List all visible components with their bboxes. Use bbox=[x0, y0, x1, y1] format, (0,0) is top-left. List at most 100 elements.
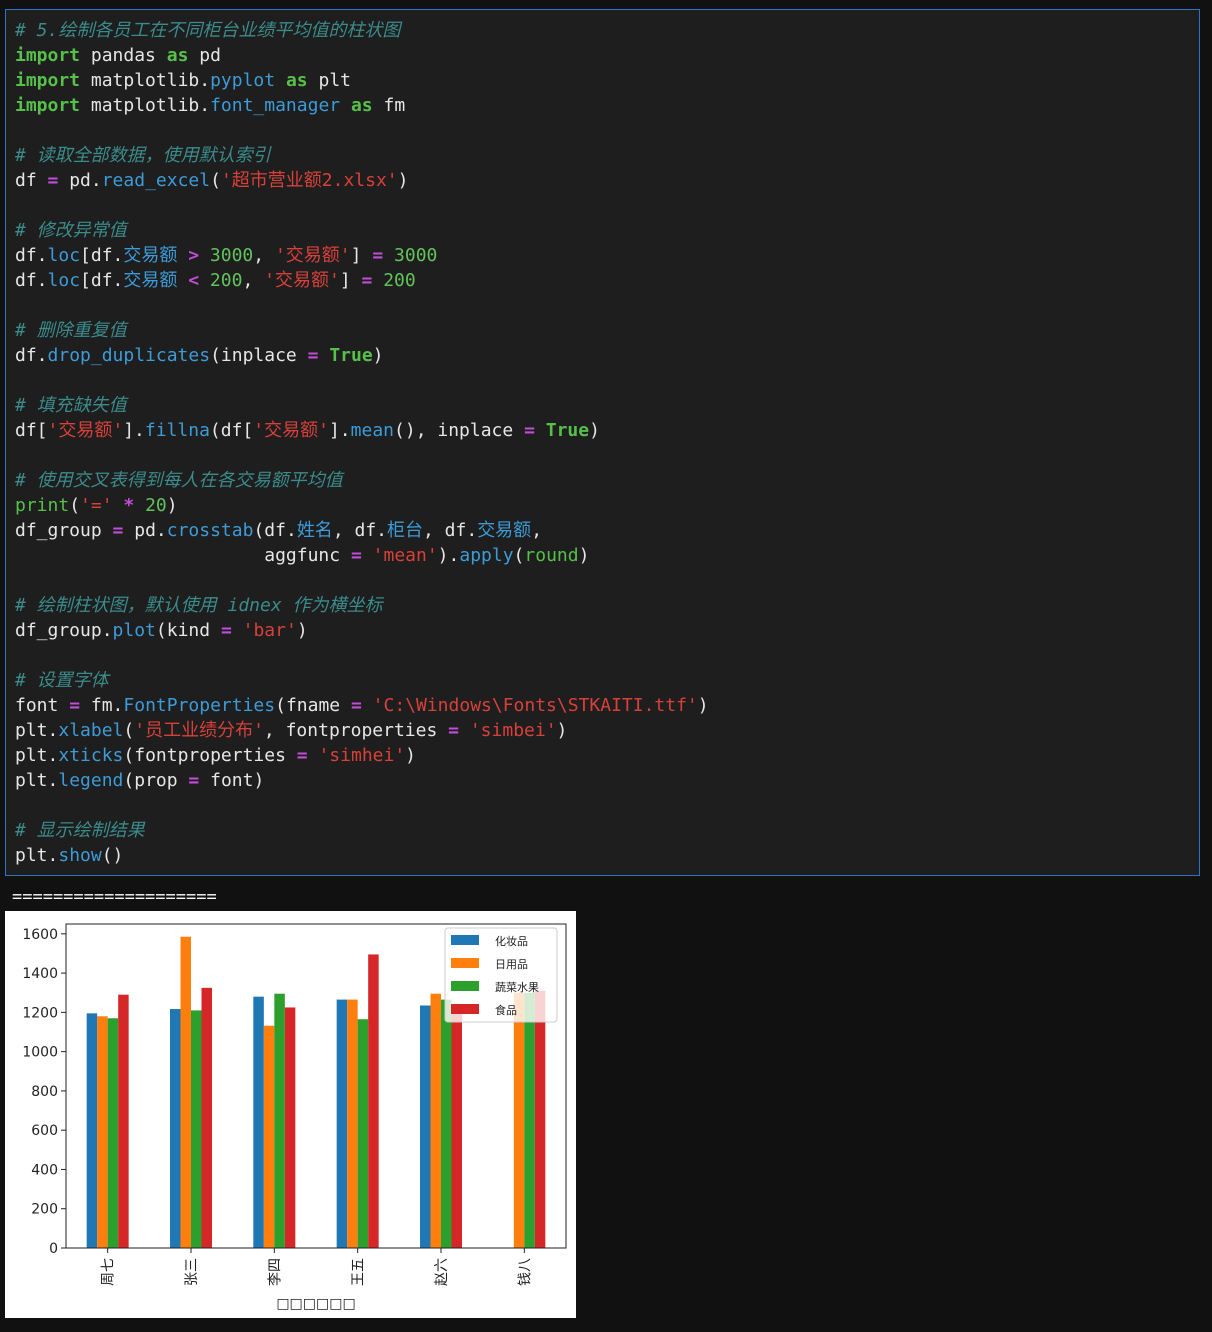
bar-2-2 bbox=[274, 993, 285, 1248]
x-axis-label: □□□□□□ bbox=[276, 1296, 355, 1312]
code-token-op: = bbox=[372, 245, 384, 266]
legend-swatch bbox=[451, 958, 479, 968]
code-token-name: plt. bbox=[15, 845, 59, 866]
bar-5-2 bbox=[524, 992, 535, 1248]
code-token-punct: , df. bbox=[423, 520, 478, 541]
code-token-op: = bbox=[220, 620, 232, 641]
code-token-name: fm. bbox=[80, 695, 124, 716]
code-token-punct: ). bbox=[437, 545, 460, 566]
code-token-op: = bbox=[188, 770, 200, 791]
bar-5-3 bbox=[534, 990, 546, 1248]
code-token-comment: # 使用交叉表得到每人在各交易额平均值 bbox=[15, 470, 343, 491]
code-token-name: aggfunc bbox=[15, 545, 351, 566]
code-token-func: 交易额 bbox=[123, 245, 178, 266]
code-token-comment: # 显示绘制结果 bbox=[15, 820, 145, 841]
code-token-op: < bbox=[188, 270, 200, 291]
code-token-punct: ) bbox=[166, 495, 178, 516]
code-token-str: '=' bbox=[80, 495, 113, 516]
code-token-punct: ) bbox=[296, 620, 308, 641]
code-token-punct: ( bbox=[69, 495, 81, 516]
code-token-kw: True bbox=[329, 345, 373, 366]
code-token-comment: # 填充缺失值 bbox=[15, 395, 127, 416]
cell-output-text: ==================== bbox=[12, 887, 217, 907]
legend-swatch bbox=[451, 1004, 479, 1014]
bar-1-1 bbox=[180, 936, 191, 1248]
bar-1-2 bbox=[191, 1010, 202, 1248]
code-token-comment: # 设置字体 bbox=[15, 670, 109, 691]
code-token-punct: ( bbox=[210, 170, 221, 191]
code-token-func: mean bbox=[350, 420, 395, 441]
code-token-str: '员工业绩分布' bbox=[134, 720, 264, 741]
code-token-punct: ) bbox=[372, 345, 384, 366]
code-token-name bbox=[535, 420, 546, 441]
code-token-str: 'C:\Windows\Fonts\STKAITI.ttf' bbox=[372, 695, 698, 716]
code-token-name: matplotlib. bbox=[80, 95, 211, 116]
code-token-name: plt. bbox=[15, 720, 59, 741]
code-token-op: = bbox=[296, 745, 308, 766]
code-token-punct: (fontproperties bbox=[123, 745, 297, 766]
code-line: import matplotlib.pyplot as plt bbox=[15, 68, 709, 93]
code-token-op: = bbox=[448, 720, 459, 741]
code-token-num: 200 bbox=[383, 270, 416, 291]
code-token-punct: () bbox=[101, 845, 124, 866]
code-token-comment: # 删除重复值 bbox=[15, 320, 127, 341]
code-token-name: font bbox=[15, 695, 70, 716]
code-line: # 绘制柱状图，默认使用 idnex 作为横坐标 bbox=[15, 593, 709, 618]
code-token-punct: (kind bbox=[155, 620, 221, 641]
code-line: df.loc[df.交易额 < 200, '交易额'] = 200 bbox=[15, 268, 709, 293]
code-token-func: 柜台 bbox=[387, 520, 423, 541]
code-token-punct: ) bbox=[556, 720, 568, 741]
code-token-punct: ]. bbox=[328, 420, 351, 441]
y-tick-label: 0 bbox=[49, 1241, 58, 1257]
bar-0-1 bbox=[97, 1016, 108, 1248]
output-figure: 0 200 400 600 800 1000 1200 1400 1600 周七 张三 李四 王五 赵六 钱… bbox=[5, 911, 576, 1318]
code-token-name: pd bbox=[188, 45, 221, 66]
bar-2-3 bbox=[284, 1007, 296, 1248]
y-tick-label: 1600 bbox=[22, 927, 58, 943]
code-token-punct: ] bbox=[350, 245, 373, 266]
code-line: # 删除重复值 bbox=[15, 318, 709, 343]
code-token-name bbox=[199, 245, 210, 266]
code-line: aggfunc = 'mean').apply(round) bbox=[15, 543, 709, 568]
y-tick-label: 1200 bbox=[22, 1005, 58, 1021]
bar-3-3 bbox=[368, 954, 379, 1248]
code-cell[interactable]: # 5.绘制各员工在不同柜台业绩平均值的柱状图 import pandas as … bbox=[5, 9, 1200, 876]
code-token-op: = bbox=[361, 270, 373, 291]
legend-label: 食品 bbox=[495, 1003, 517, 1017]
code-token-func: 姓名 bbox=[296, 520, 333, 541]
code-token-name bbox=[383, 245, 394, 266]
code-line: # 显示绘制结果 bbox=[15, 818, 709, 843]
code-line: plt.xticks(fontproperties = 'simhei') bbox=[15, 743, 709, 768]
code-token-op: = bbox=[350, 545, 362, 566]
code-token-name: df. bbox=[15, 245, 48, 266]
bar-4-0 bbox=[420, 1005, 431, 1248]
code-line: df['交易额'].fillna(df['交易额'].mean(), inpla… bbox=[15, 418, 709, 443]
bar-4-1 bbox=[430, 993, 441, 1248]
code-line: # 填充缺失值 bbox=[15, 393, 709, 418]
code-token-num: 3000 bbox=[209, 245, 254, 266]
code-token-name bbox=[275, 70, 286, 91]
code-token-func: xlabel bbox=[58, 720, 124, 741]
code-token-name bbox=[362, 695, 373, 716]
legend-swatch bbox=[451, 981, 479, 991]
code-editor[interactable]: # 5.绘制各员工在不同柜台业绩平均值的柱状图 import pandas as … bbox=[15, 18, 709, 868]
bar-3-2 bbox=[357, 1019, 369, 1248]
code-token-num: 20 bbox=[145, 495, 167, 516]
code-token-name: pandas bbox=[80, 45, 167, 66]
bar-4-2 bbox=[441, 999, 452, 1248]
code-token-num: 200 bbox=[209, 270, 243, 291]
code-token-punct: , bbox=[531, 520, 543, 541]
code-token-name bbox=[318, 345, 329, 366]
code-token-punct: ( bbox=[513, 545, 525, 566]
code-line: plt.show() bbox=[15, 843, 709, 868]
code-token-op: = bbox=[350, 695, 362, 716]
code-token-punct: (prop bbox=[123, 770, 189, 791]
code-token-punct: (fname bbox=[275, 695, 351, 716]
code-token-punct: ] bbox=[339, 270, 362, 291]
code-token-kw: as bbox=[285, 70, 308, 91]
code-token-name: plt. bbox=[15, 770, 59, 791]
code-token-str: '交易额' bbox=[274, 245, 351, 266]
code-token-kw: import bbox=[15, 45, 81, 66]
